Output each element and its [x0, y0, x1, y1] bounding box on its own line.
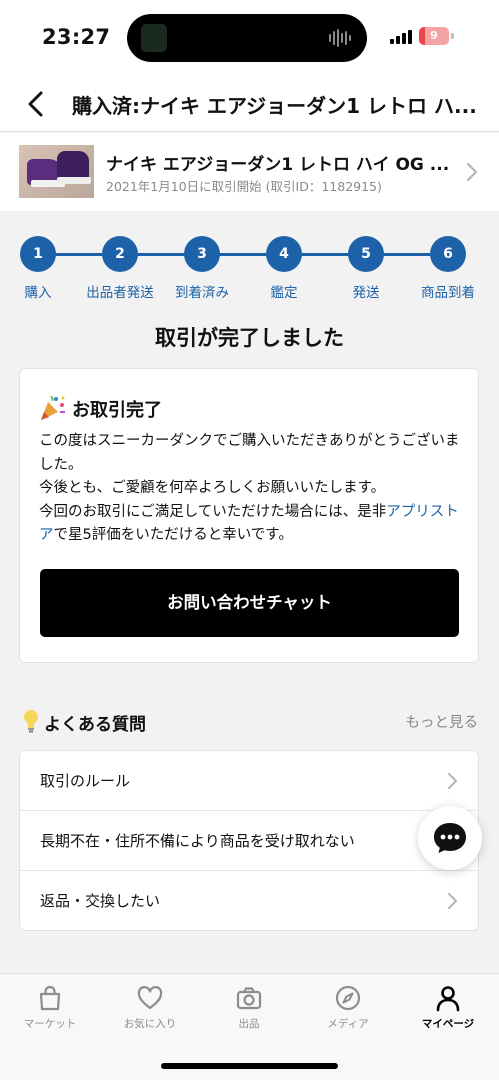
camera-icon: [236, 987, 262, 1010]
step-label-1: 購入: [24, 285, 52, 301]
product-name: ナイキ エアジョーダン1 レトロ ハイ OG ...: [106, 155, 450, 175]
back-arrow-icon[interactable]: [24, 90, 48, 118]
status-heading: 取引が完了しました: [155, 326, 344, 350]
signal-icon: [390, 30, 412, 44]
faq-item-return[interactable]: 返品・交換したい: [20, 871, 478, 930]
floating-chat-button[interactable]: [418, 806, 482, 870]
tab-sell[interactable]: 出品: [204, 984, 294, 1031]
navigation-header: 購入済:ナイキ エアジョーダン1 レトロ ハ...: [0, 76, 499, 132]
step-circle-5: 5: [348, 236, 384, 272]
tab-media[interactable]: メディア: [303, 984, 393, 1031]
step-label-6: 商品到着: [421, 285, 475, 301]
tab-label: 出品: [238, 1018, 260, 1030]
bag-icon: [39, 985, 61, 1011]
step-label-5: 発送: [352, 285, 380, 301]
tab-label: マイページ: [421, 1018, 475, 1030]
faq-item-label: 長期不在・住所不備により商品を受け取れない: [40, 832, 355, 850]
faq-heading: よくある質問: [44, 715, 146, 735]
home-indicator: [161, 1063, 338, 1069]
heart-icon: [137, 986, 163, 1010]
chat-bubble-icon: [434, 823, 466, 853]
card-heading: お取引完了: [72, 400, 162, 421]
tab-my-page[interactable]: マイページ: [403, 984, 493, 1031]
battery-level: 9: [430, 29, 438, 42]
tab-label: お気に入り: [123, 1018, 177, 1030]
faq-item-label: 取引のルール: [40, 772, 131, 790]
step-circle-6: 6: [430, 236, 466, 272]
step-circle-1: 1: [20, 236, 56, 272]
step-circle-2: 2: [102, 236, 138, 272]
chevron-right-icon: [466, 162, 478, 182]
audio-wave-icon: [329, 28, 353, 48]
step-label-3: 到着済み: [175, 285, 229, 301]
step-circle-3: 3: [184, 236, 220, 272]
faq-item-label: 返品・交換したい: [40, 892, 161, 910]
progress-line: [38, 253, 448, 256]
page-title: 購入済:ナイキ エアジョーダン1 レトロ ハ...: [72, 94, 477, 118]
chevron-right-icon: [448, 893, 457, 909]
message-line-3-start: 今回のお取引にご満足していただけた場合には、是非: [39, 503, 387, 520]
tab-label: マーケット: [23, 1018, 77, 1030]
compass-icon: [335, 985, 361, 1011]
status-time: 23:27: [42, 25, 111, 49]
message-line-1: この度はスニーカーダンクでご購入いただきありがとうございました。: [39, 433, 460, 473]
message-line-2: 今後とも、ご愛顧を何卒よろしくお願いいたします。: [39, 480, 386, 496]
step-circle-4: 4: [266, 236, 302, 272]
product-summary[interactable]: ナイキ エアジョーダン1 レトロ ハイ OG ... 2021年1月10日に取引…: [0, 133, 499, 211]
card-message: この度はスニーカーダンクでご購入いただきありがとうございました。 今後とも、ご愛…: [39, 430, 464, 548]
tab-favorites[interactable]: お気に入り: [105, 984, 195, 1031]
tab-market[interactable]: マーケット: [5, 984, 95, 1031]
chevron-right-icon: [448, 773, 457, 789]
step-label-2: 出品者発送: [86, 285, 154, 301]
faq-more-link[interactable]: もっと見る: [406, 711, 479, 732]
faq-item-absence[interactable]: 長期不在・住所不備により商品を受け取れない: [20, 811, 478, 871]
contact-chat-button[interactable]: お問い合わせチャット: [40, 569, 459, 637]
person-icon: [436, 986, 460, 1012]
party-popper-icon: [41, 395, 65, 420]
light-bulb-icon: [24, 710, 38, 733]
completion-card: お取引完了 この度はスニーカーダンクでご購入いただきありがとうございました。 今…: [19, 368, 479, 663]
message-line-3: 今回のお取引にご満足していただけた場合には、是非アプリストアで星5評価をいただけ…: [39, 501, 464, 548]
dynamic-island-app-icon: [141, 24, 167, 52]
product-thumbnail: [19, 145, 94, 198]
tab-label: メディア: [327, 1018, 369, 1030]
faq-item-rules[interactable]: 取引のルール: [20, 751, 478, 811]
faq-list: 取引のルール 長期不在・住所不備により商品を受け取れない 返品・交換したい: [19, 750, 479, 931]
battery-cap: [451, 33, 454, 39]
step-label-4: 鑑定: [270, 285, 298, 301]
status-bar: 23:27 9: [0, 0, 499, 76]
message-line-3-end: で星5評価をいただけると幸いです。: [53, 527, 293, 543]
transaction-meta: 2021年1月10日に取引開始 (取引ID：1182915): [106, 179, 382, 194]
battery-icon: 9: [419, 27, 449, 45]
dynamic-island: [127, 14, 367, 62]
